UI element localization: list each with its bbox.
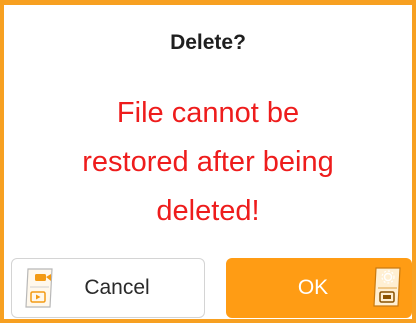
dialog-message: File cannot be restored after being dele… xyxy=(44,89,372,236)
message-line: File cannot be xyxy=(116,97,300,129)
delete-confirm-dialog: Delete? File cannot be restored after be… xyxy=(0,0,416,323)
cancel-button-label: Cancel xyxy=(84,276,150,299)
settings-card-icon xyxy=(373,267,401,307)
ok-button-label: OK xyxy=(297,276,329,299)
cancel-button[interactable]: Cancel xyxy=(11,258,205,318)
message-line: deleted! xyxy=(156,195,260,227)
message-line: restored after being xyxy=(82,146,334,178)
ok-button[interactable]: OK xyxy=(226,258,412,318)
video-card-icon xyxy=(25,268,53,308)
dialog-title: Delete? xyxy=(170,31,246,54)
